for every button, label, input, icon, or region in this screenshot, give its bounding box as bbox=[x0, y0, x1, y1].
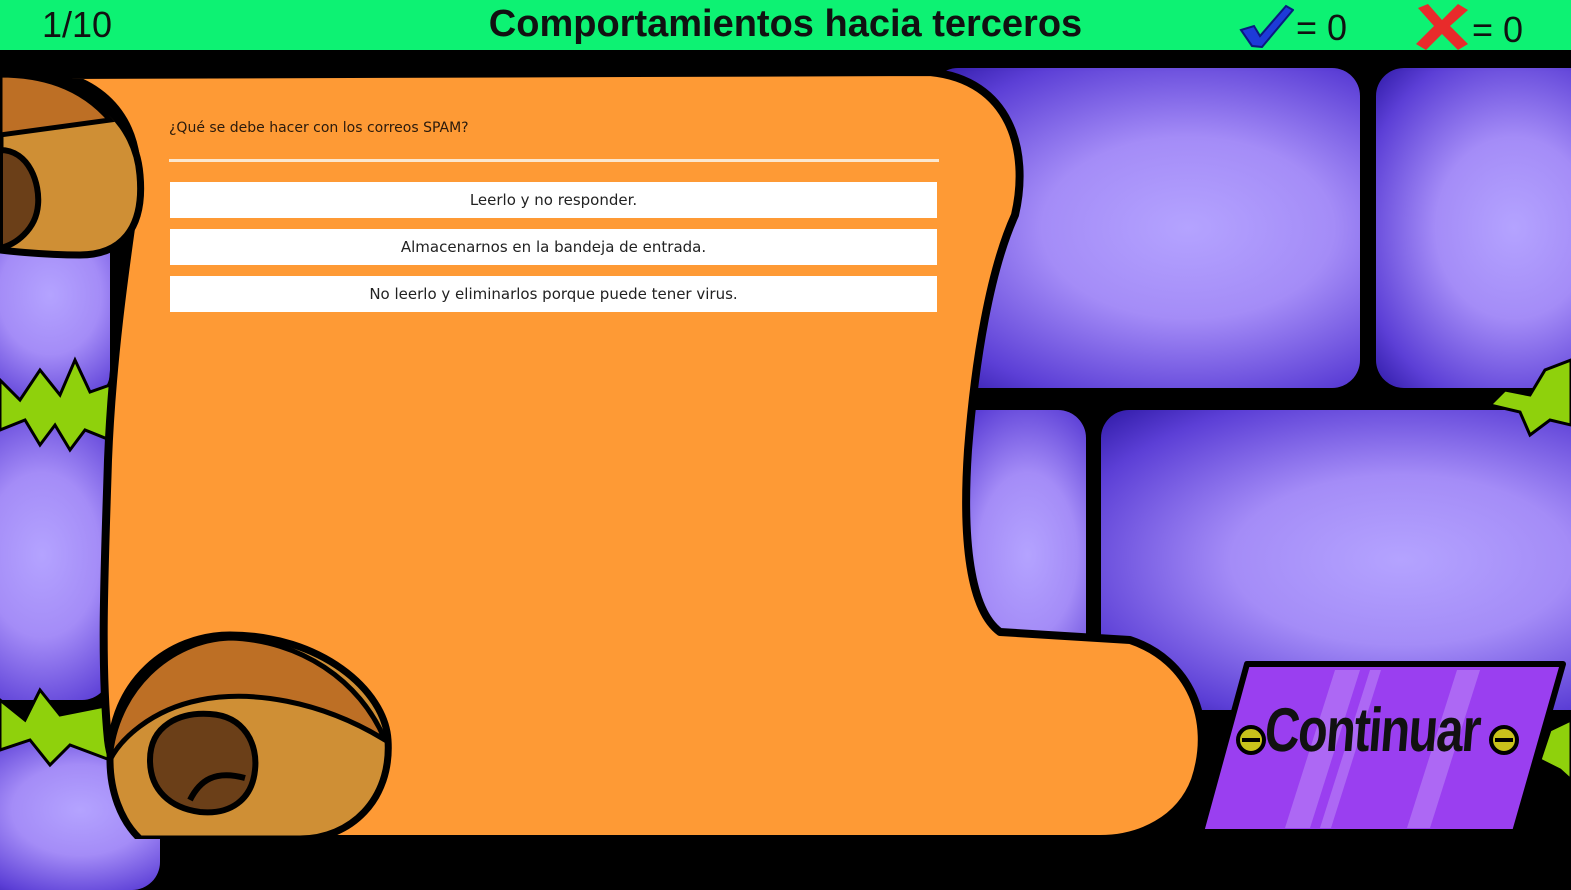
answer-option-3[interactable]: No leerlo y eliminarlos porque puede ten… bbox=[170, 276, 937, 312]
slime-decoration bbox=[0, 687, 112, 768]
continue-button-label: Continuar bbox=[1262, 696, 1483, 765]
header-bar: 1/10 Comportamientos hacia terceros = 0 … bbox=[0, 0, 1571, 50]
answer-option-1[interactable]: Leerlo y no responder. bbox=[170, 182, 937, 218]
slime-decoration bbox=[0, 356, 112, 453]
question-text: ¿Qué se debe hacer con los correos SPAM? bbox=[169, 120, 469, 136]
checkmark-icon bbox=[1239, 4, 1295, 49]
correct-score: = 0 bbox=[1238, 4, 1347, 49]
cross-icon bbox=[1416, 4, 1468, 50]
answer-option-2[interactable]: Almacenarnos en la bandeja de entrada. bbox=[170, 229, 937, 265]
wrong-score: = 0 bbox=[1414, 4, 1523, 51]
slime-decoration bbox=[1487, 358, 1571, 438]
divider bbox=[169, 159, 939, 162]
correct-count: = 0 bbox=[1296, 7, 1348, 48]
wrong-count: = 0 bbox=[1472, 9, 1524, 50]
